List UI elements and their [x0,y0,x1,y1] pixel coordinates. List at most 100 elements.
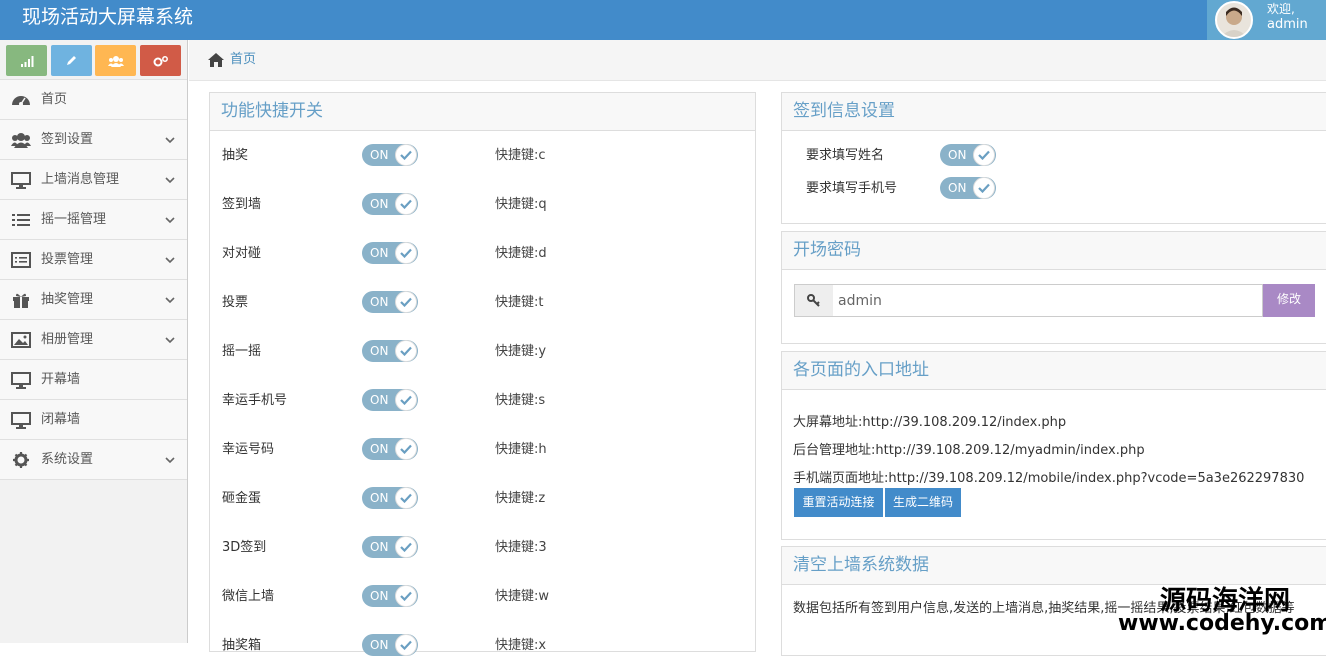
check-icon [395,487,417,509]
sidebar-item-lottery[interactable]: 抽奖管理 [0,280,187,320]
toggle-state: ON [370,295,389,309]
signin-panel-title: 签到信息设置 [793,101,895,121]
toggle-state: ON [370,491,389,505]
check-icon [395,634,417,656]
sidebar-item-closing-wall[interactable]: 闭幕墙 [0,400,187,440]
feature-hotkey: 快捷键:d [495,246,547,261]
chevron-down-icon [165,457,175,464]
bigscreen-url[interactable]: 大屏幕地址:http://39.108.209.12/index.php [793,415,1066,431]
user-menu[interactable]: 欢迎, admin [1207,0,1326,40]
check-icon [395,144,417,166]
group-icon [107,55,124,67]
feature-label: 幸运手机号 [222,393,288,408]
sidebar-item-shake[interactable]: 摇一摇管理 [0,200,187,240]
feature-label: 3D签到 [222,540,267,555]
feature-hotkey: 快捷键:y [495,344,547,359]
sidebar-item-vote[interactable]: 投票管理 [0,240,187,280]
toggle-state: ON [370,393,389,407]
check-icon [973,144,995,166]
sidebar-item-label: 系统设置 [41,452,94,467]
breadcrumb: 首页 [189,40,1326,81]
list-alt-icon [11,252,31,268]
sidebar-item-label: 相册管理 [41,332,94,347]
sidebar-shortcuts [0,40,187,80]
sidebar-item-wall-messages[interactable]: 上墙消息管理 [0,160,187,200]
users-icon [11,133,31,148]
toggle-state: ON [370,638,389,652]
feature-hotkey: 快捷键:3 [495,540,547,555]
check-icon [395,585,417,607]
chevron-down-icon [165,217,175,224]
users-shortcut-button[interactable] [95,45,136,76]
feature-toggle[interactable]: ON [362,193,418,215]
welcome-text: 欢迎, [1267,2,1295,16]
edit-shortcut-button[interactable] [51,45,92,76]
gift-icon [13,293,29,308]
sidebar-item-label: 抽奖管理 [41,292,94,307]
toggle-state: ON [370,148,389,162]
admin-url[interactable]: 后台管理地址:http://39.108.209.12/myadmin/inde… [793,443,1145,459]
feature-toggle[interactable]: ON [362,438,418,460]
desktop-icon [11,412,31,429]
feature-toggle[interactable]: ON [362,242,418,264]
feature-toggle[interactable]: ON [362,291,418,313]
sidebar-item-system-settings[interactable]: 系统设置 [0,440,187,480]
generate-qr-label: 生成二维码 [892,495,953,509]
require-phone-label: 要求填写手机号 [806,181,898,196]
feature-label: 对对碰 [222,246,262,261]
sidebar-item-signin[interactable]: 签到设置 [0,120,187,160]
dashboard-icon [12,96,30,106]
sidebar-item-label: 首页 [41,92,68,107]
features-panel-title: 功能快捷开关 [221,101,323,121]
feature-toggle[interactable]: ON [362,634,418,656]
reset-link-button[interactable]: 重置活动连接 [794,488,883,517]
feature-toggle[interactable]: ON [362,536,418,558]
feature-toggle[interactable]: ON [362,487,418,509]
sidebar-item-label: 上墙消息管理 [41,172,120,187]
feature-hotkey: 快捷键:c [495,148,546,163]
feature-toggle[interactable]: ON [362,585,418,607]
check-icon [395,438,417,460]
feature-toggle[interactable]: ON [362,144,418,166]
password-panel-title: 开场密码 [793,240,861,260]
check-icon [973,177,995,199]
feature-label: 抽奖 [222,148,249,163]
require-name-toggle[interactable]: ON [940,144,996,166]
feature-toggle[interactable]: ON [362,389,418,411]
stats-shortcut-button[interactable] [6,45,47,76]
require-phone-toggle[interactable]: ON [940,177,996,199]
picture-icon [11,332,31,348]
settings-shortcut-button[interactable] [140,45,181,76]
feature-label: 抽奖箱 [222,638,262,653]
feature-label: 砸金蛋 [222,491,262,506]
cog-icon [13,452,29,468]
feature-label: 幸运号码 [222,442,275,457]
sidebar: 首页 签到设置 上墙消息管理 摇一摇管理 投票管理 抽奖管理 相册管理 开幕墙 … [0,40,188,643]
feature-hotkey: 快捷键:s [495,393,546,408]
sidebar-item-album[interactable]: 相册管理 [0,320,187,360]
toggle-state: ON [948,181,967,195]
sidebar-item-home[interactable]: 首页 [0,80,187,120]
sidebar-item-label: 投票管理 [41,252,94,267]
feature-label: 投票 [222,295,249,310]
mobile-url[interactable]: 手机端页面地址:http://39.108.209.12/mobile/inde… [793,471,1304,487]
signin-settings-panel: 签到信息设置 要求填写姓名 ON 要求填写手机号 ON [781,92,1326,224]
chevron-down-icon [165,137,175,144]
feature-toggle[interactable]: ON [362,340,418,362]
generate-qr-button[interactable]: 生成二维码 [885,488,961,517]
toggle-state: ON [370,442,389,456]
password-panel: 开场密码 admin 修改 [781,231,1326,344]
key-addon [794,284,834,317]
sidebar-item-opening-wall[interactable]: 开幕墙 [0,360,187,400]
breadcrumb-home-link[interactable]: 首页 [230,52,256,68]
features-panel: 功能快捷开关 抽奖 ON 快捷键:c 签到墙 ON 快捷键:q 对对碰 ON 快捷键:d 投票 ON… [209,92,756,656]
password-input[interactable]: admin [833,284,1263,317]
avatar[interactable] [1215,1,1253,39]
modify-button-label: 修改 [1276,292,1301,306]
chevron-down-icon [165,337,175,344]
modify-password-button[interactable]: 修改 [1263,284,1315,317]
password-input-value: admin [838,293,882,309]
toggle-state: ON [370,344,389,358]
feature-label: 签到墙 [222,197,262,212]
feature-label: 微信上墙 [222,589,275,604]
